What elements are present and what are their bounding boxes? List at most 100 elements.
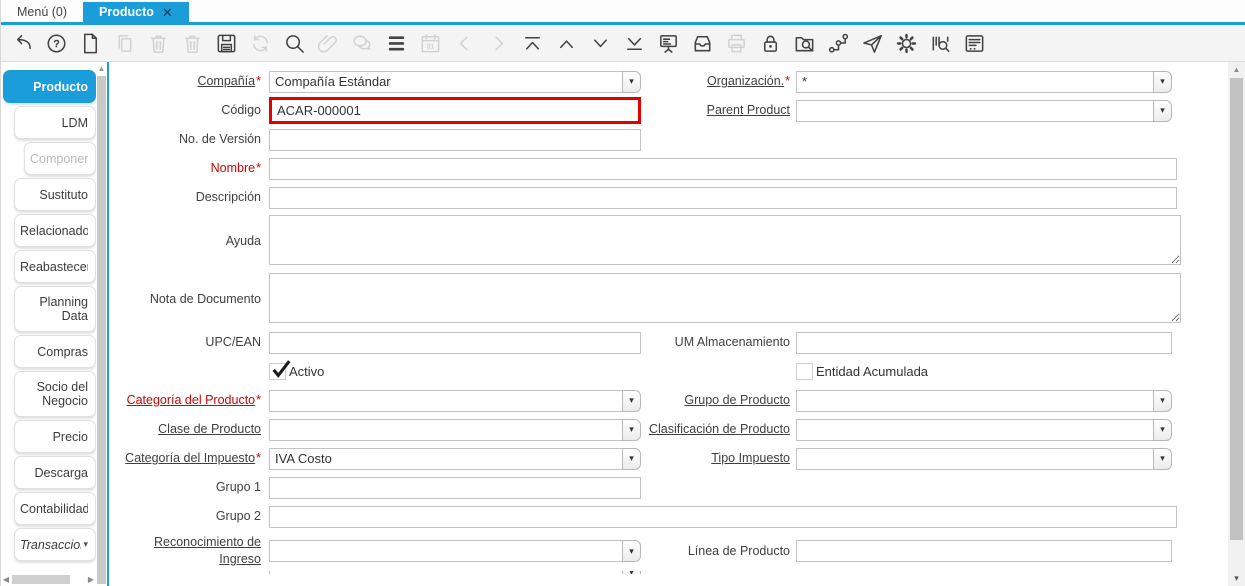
clasificacion-producto-label[interactable]: Clasificación de Producto <box>649 422 790 436</box>
close-icon[interactable]: ✕ <box>162 6 173 19</box>
zoom-across-icon[interactable] <box>793 32 816 55</box>
um-almacenamiento-label: UM Almacenamiento <box>674 335 790 350</box>
compania-label[interactable]: Compañía* <box>197 74 261 88</box>
categoria-producto-input[interactable] <box>269 389 622 412</box>
chevron-down-icon[interactable]: ▾ <box>622 389 641 412</box>
private-record-lock-icon[interactable] <box>759 32 782 55</box>
scroll-up-icon[interactable]: ▲ <box>98 64 106 74</box>
sidebar-tab-label: Planning Data <box>39 295 88 323</box>
find-icon[interactable] <box>283 32 306 55</box>
process-gear-icon[interactable] <box>895 32 918 55</box>
sidebar-horizontal-scrollbar[interactable]: ◀ ▶ <box>1 573 96 586</box>
next-record-icon[interactable] <box>589 32 612 55</box>
sidebar-tab-contabilidad[interactable]: Contabilidad <box>14 492 96 525</box>
nota-documento-textarea[interactable] <box>269 272 1181 323</box>
chevron-down-icon[interactable]: ▾ <box>1153 418 1172 441</box>
last-record-icon[interactable] <box>623 32 646 55</box>
parent-product-input[interactable] <box>796 99 1153 122</box>
tipo-impuesto-input[interactable] <box>796 447 1153 470</box>
undo-icon[interactable] <box>11 32 34 55</box>
sidebar-tab-descarga[interactable]: Descarga <box>14 456 96 489</box>
archive-icon[interactable] <box>691 32 714 55</box>
chevron-down-icon[interactable]: ▾ <box>1153 389 1172 412</box>
sidebar-tab-ldm[interactable]: LDM <box>14 106 96 139</box>
ayuda-textarea[interactable] <box>269 214 1181 265</box>
main-vertical-scrollbar[interactable]: ▲ ▾ <box>1228 62 1245 586</box>
grupo-1-label: Grupo 1 <box>215 480 261 495</box>
grupo-1-input[interactable] <box>269 476 641 499</box>
sidebar-tab-socio-del-negocio[interactable]: Socio del Negocio <box>14 371 96 417</box>
categoria-impuesto-input[interactable] <box>269 447 622 470</box>
chevron-down-icon[interactable]: ▾ <box>83 539 88 550</box>
quick-form-icon[interactable] <box>963 32 986 55</box>
um-almacenamiento-input[interactable] <box>796 331 1172 354</box>
sidebar-tab-reabastecer[interactable]: Reabastecer <box>14 250 96 283</box>
reconocimiento-ingreso-label[interactable]: Reconocimiento de Ingreso <box>154 535 261 566</box>
sidebar-tab-transacciones[interactable]: Transacciones▾ <box>14 528 96 561</box>
chevron-down-icon[interactable]: ▾ <box>1153 447 1172 470</box>
scroll-up-icon[interactable]: ▲ <box>1233 65 1241 75</box>
clasificacion-producto-input[interactable] <box>796 418 1153 441</box>
chevron-down-icon[interactable]: ▾ <box>1153 99 1172 122</box>
organizacion-input[interactable] <box>796 70 1153 93</box>
first-record-icon[interactable] <box>521 32 544 55</box>
scroll-left-icon[interactable]: ◀ <box>1 575 11 584</box>
ayuda-field-cell <box>269 214 1181 268</box>
parent-product-label[interactable]: Parent Product <box>707 103 790 117</box>
sidebar-tab-compras[interactable]: Compras <box>14 335 96 368</box>
descripcion-input[interactable] <box>269 186 1177 209</box>
organizacion-label[interactable]: Organización.* <box>707 74 790 88</box>
hidden-next-field-input[interactable] <box>269 571 622 574</box>
workflow-icon[interactable] <box>827 32 850 55</box>
sidebar-tab-planning-data[interactable]: Planning Data <box>14 286 96 332</box>
sidebar-scroll-thumb[interactable] <box>97 76 106 584</box>
reconocimiento-ingreso-input[interactable] <box>269 540 622 562</box>
tab-menu[interactable]: Menú (0) <box>1 2 83 22</box>
clase-producto-label[interactable]: Clase de Producto <box>158 422 261 436</box>
help-icon[interactable]: ? <box>45 32 68 55</box>
grupo-2-input[interactable] <box>269 505 1177 528</box>
tab-sidebar: Producto LDM Componentes Sustituto Relaciona… <box>1 62 109 586</box>
chevron-down-icon[interactable]: ▾ <box>1153 70 1172 93</box>
tipo-impuesto-label[interactable]: Tipo Impuesto <box>711 451 790 465</box>
send-mail-icon[interactable] <box>861 32 884 55</box>
compania-input[interactable] <box>269 70 622 93</box>
version-no-input[interactable] <box>269 128 641 151</box>
new-record-icon[interactable] <box>79 32 102 55</box>
print-icon <box>725 32 748 55</box>
sidebar-tab-relacionado[interactable]: Relacionado <box>14 214 96 247</box>
sidebar-tab-label: Relacionado <box>20 223 88 238</box>
previous-record-icon[interactable] <box>555 32 578 55</box>
chevron-down-icon[interactable]: ▾ <box>622 571 641 574</box>
chevron-down-icon[interactable]: ▾ <box>622 418 641 441</box>
toolbar: ? 31 <box>1 25 1245 62</box>
codigo-input[interactable] <box>269 97 641 124</box>
scroll-down-icon[interactable]: ▾ <box>1234 573 1239 583</box>
grupo-producto-input[interactable] <box>796 389 1153 412</box>
main-scroll-thumb[interactable] <box>1230 78 1243 540</box>
categoria-producto-label[interactable]: Categoría del Producto* <box>127 393 261 407</box>
entidad-acumulada-checkbox[interactable] <box>796 363 813 380</box>
product-info-icon[interactable] <box>929 32 952 55</box>
chevron-down-icon[interactable]: ▾ <box>622 447 641 470</box>
sidebar-tab-precio[interactable]: Precio <box>14 420 96 453</box>
clase-producto-input[interactable] <box>269 418 622 441</box>
sidebar-tab-sustituto[interactable]: Sustituto <box>14 178 96 211</box>
sidebar-hscroll-thumb[interactable] <box>12 575 70 584</box>
scroll-right-icon[interactable]: ▶ <box>86 575 96 584</box>
chevron-down-icon[interactable]: ▾ <box>622 70 641 93</box>
nombre-input[interactable] <box>269 157 1177 180</box>
menu-lines-icon[interactable] <box>385 32 408 55</box>
tab-producto[interactable]: Producto ✕ <box>83 2 189 22</box>
sidebar-vertical-scrollbar[interactable]: ▲ <box>96 62 107 586</box>
categoria-impuesto-label[interactable]: Categoría del Impuesto* <box>125 451 261 465</box>
report-icon[interactable] <box>657 32 680 55</box>
linea-producto-input[interactable] <box>796 540 1172 562</box>
save-icon[interactable] <box>215 32 238 55</box>
upc-ean-input[interactable] <box>269 331 641 354</box>
chevron-down-icon[interactable]: ▾ <box>622 540 641 562</box>
sidebar-tab-label: Producto <box>33 79 88 94</box>
sidebar-tab-producto[interactable]: Producto <box>3 70 96 103</box>
activo-checkbox[interactable] <box>269 360 291 380</box>
grupo-producto-label[interactable]: Grupo de Producto <box>684 393 790 407</box>
